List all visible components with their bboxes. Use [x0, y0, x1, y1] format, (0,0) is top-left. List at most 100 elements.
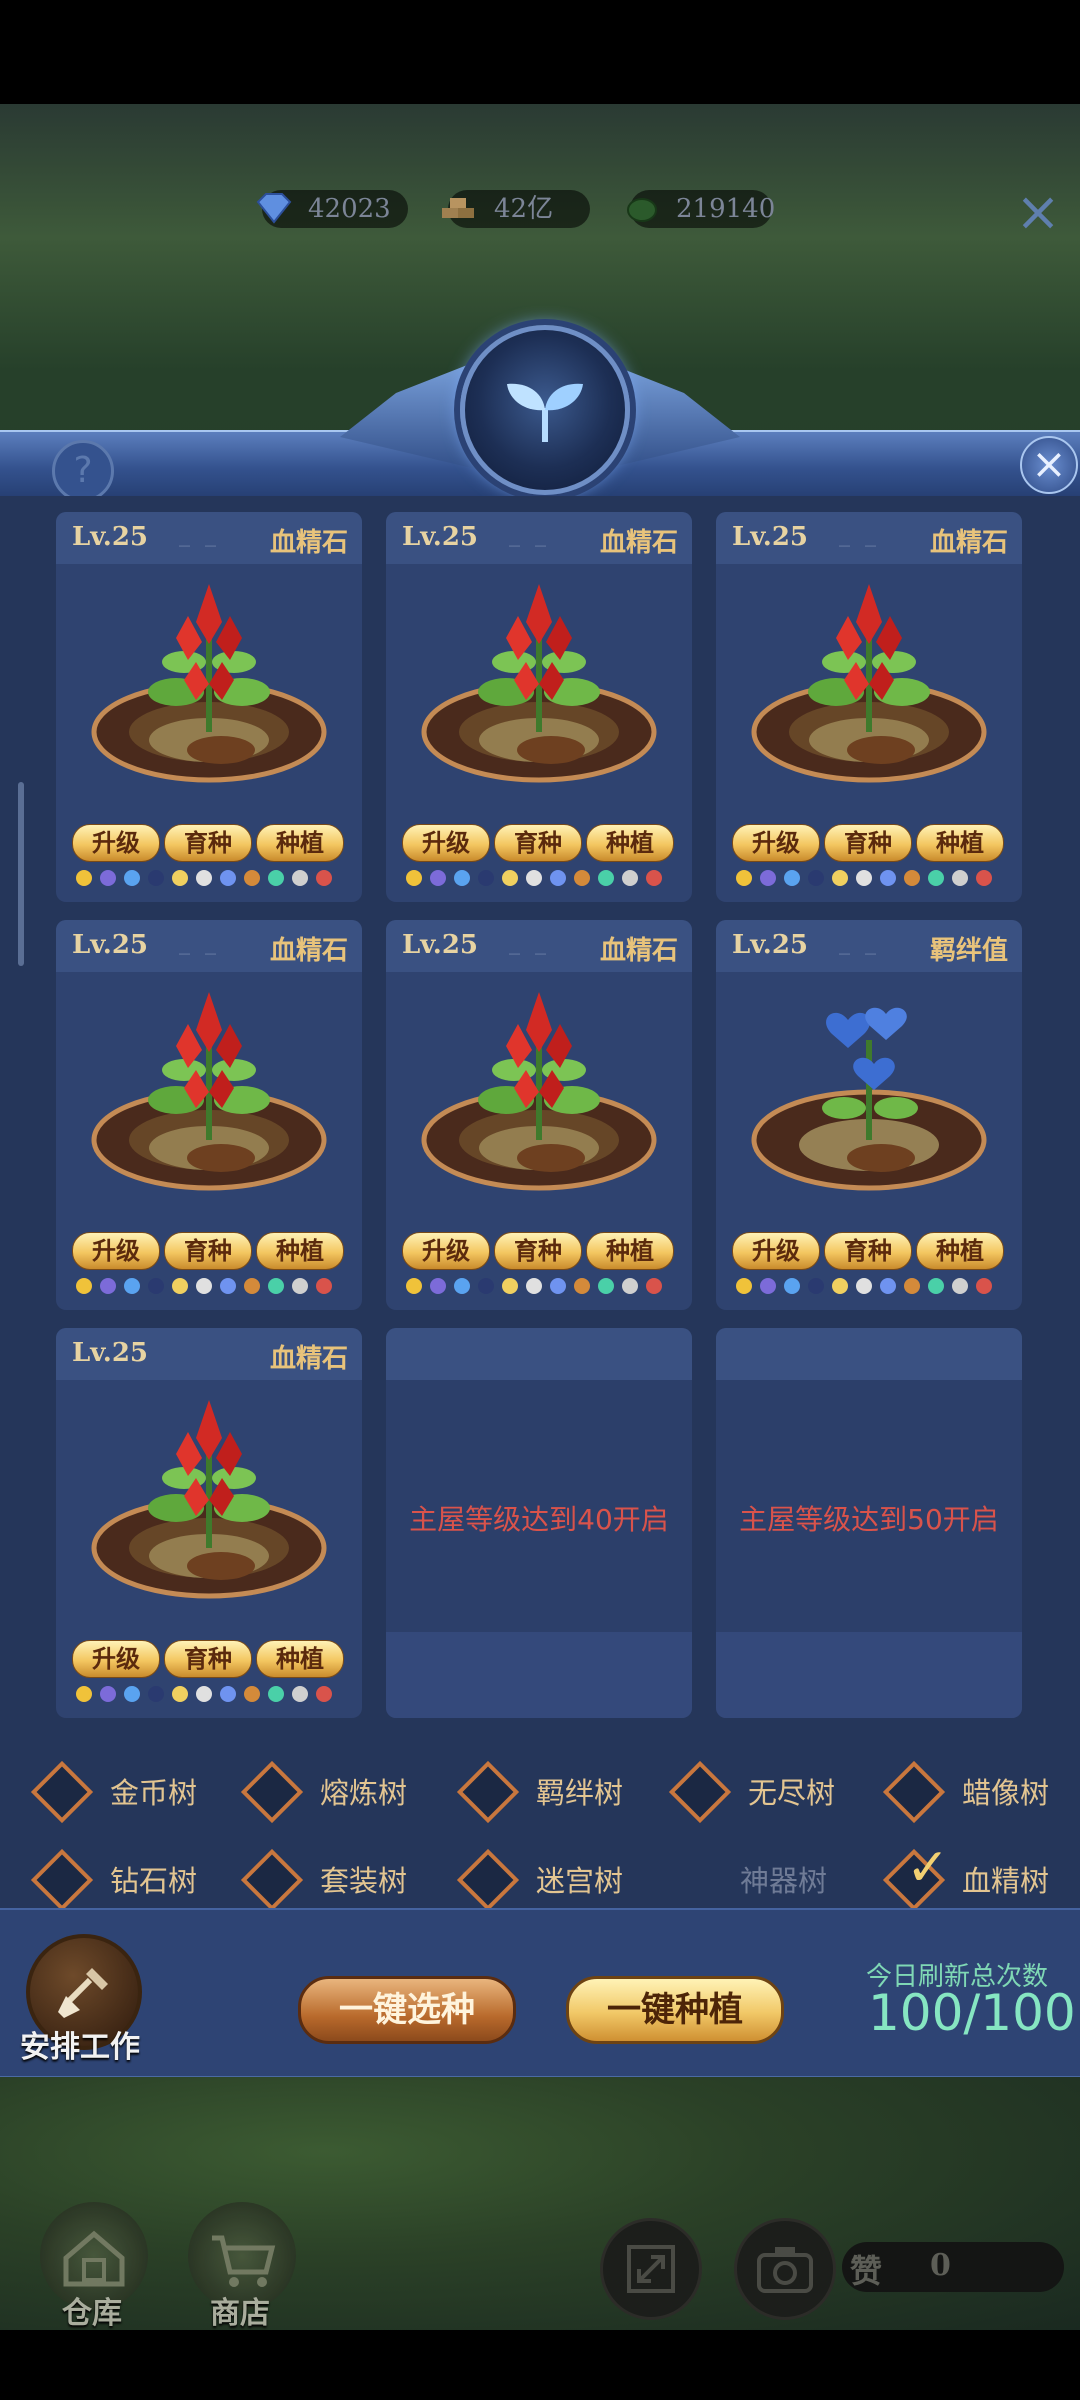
upgrade-button[interactable]: 升级: [72, 1640, 160, 1678]
close-top-icon[interactable]: ×: [1013, 185, 1063, 239]
seed-trait-icon: [268, 1278, 284, 1294]
upgrade-button[interactable]: 升级: [732, 824, 820, 862]
breed-button[interactable]: 育种: [164, 824, 252, 862]
plot-level: Lv.25: [72, 522, 149, 552]
upgrade-button[interactable]: 升级: [72, 1232, 160, 1270]
essence-icon: [620, 186, 664, 230]
tree-filter-option[interactable]: 迷宫树: [456, 1848, 656, 1912]
plot-card[interactable]: Lv.25 _ _ 血精石 升级 育种 种植: [386, 512, 692, 902]
plant-button[interactable]: 种植: [256, 1640, 344, 1678]
plant-image: [736, 980, 1002, 1200]
essence-value: 219140: [676, 194, 776, 224]
locked-plot: 主屋等级达到50开启: [716, 1328, 1022, 1718]
gold-value: 42亿: [494, 194, 554, 224]
tree-filter-label: 无尽树: [748, 1776, 836, 1810]
camera-button[interactable]: [734, 2218, 836, 2320]
seed-trait-icon: [976, 870, 992, 886]
close-icon: ×: [1031, 439, 1067, 488]
one-click-plant-button[interactable]: 一键种植: [566, 1976, 784, 2044]
plot-card[interactable]: Lv.25 _ _ 血精石 升级 育种 种植: [56, 512, 362, 902]
tree-filter-option[interactable]: 无尽树: [668, 1760, 868, 1824]
upgrade-button[interactable]: 升级: [732, 1232, 820, 1270]
seed-trait-icon: [880, 1278, 896, 1294]
seed-trait-icon: [244, 870, 260, 886]
tree-filter-option[interactable]: ✓ 血精树: [882, 1838, 1080, 1912]
warehouse-label: 仓库: [62, 2296, 122, 2331]
seed-trait-icon: [880, 870, 896, 886]
tree-filter-option[interactable]: 钻石树: [30, 1848, 230, 1912]
seed-trait-icon: [148, 1686, 164, 1702]
seed-trait-icon: [526, 1278, 542, 1294]
upgrade-button[interactable]: 升级: [402, 824, 490, 862]
close-panel-button[interactable]: ×: [1020, 436, 1078, 494]
camera-icon: [757, 2247, 813, 2293]
seed-trait-icon: [832, 870, 848, 886]
seed-trait-icon: [220, 1686, 236, 1702]
plant-button[interactable]: 种植: [256, 1232, 344, 1270]
help-button[interactable]: ?: [52, 440, 114, 502]
like-counter[interactable]: 赞 0: [842, 2242, 1064, 2292]
tree-filter-option[interactable]: 套装树: [240, 1848, 440, 1912]
tree-filter-option[interactable]: 蜡像树: [882, 1760, 1080, 1824]
seed-trait-row: [76, 868, 346, 892]
sprout-emblem: [460, 325, 630, 495]
seed-trait-icon: [244, 1278, 260, 1294]
refresh-count-value: 100/100: [868, 1984, 1076, 2042]
plant-button[interactable]: 种植: [586, 824, 674, 862]
scroll-indicator[interactable]: [18, 782, 24, 966]
seed-trait-icon: [316, 870, 332, 886]
plant-button[interactable]: 种植: [256, 824, 344, 862]
seed-trait-icon: [124, 1686, 140, 1702]
plant-button[interactable]: 种植: [586, 1232, 674, 1270]
seed-trait-icon: [784, 1278, 800, 1294]
breed-button[interactable]: 育种: [494, 1232, 582, 1270]
plot-card[interactable]: Lv.25 _ _ 羁绊值 升级 育种 种植: [716, 920, 1022, 1310]
seed-trait-icon: [76, 1686, 92, 1702]
seed-trait-icon: [502, 870, 518, 886]
tree-filter-option[interactable]: 羁绊树: [456, 1760, 656, 1824]
red-crystal-plant-icon: [421, 992, 657, 1191]
like-count: 0: [930, 2248, 951, 2283]
question-icon: ?: [73, 450, 93, 491]
expand-icon: [627, 2245, 675, 2293]
seed-trait-icon: [316, 1686, 332, 1702]
red-crystal-plant-icon: [421, 584, 657, 783]
expand-button[interactable]: [600, 2218, 702, 2320]
one-click-select-button[interactable]: 一键选种: [298, 1976, 516, 2044]
shovel-icon: [58, 1968, 108, 2018]
tree-filter-option[interactable]: 熔炼树: [240, 1760, 440, 1824]
plot-card[interactable]: Lv.25 _ _ 血精石 升级 育种 种植: [716, 512, 1022, 902]
plot-card[interactable]: Lv.25 _ _ 血精石 升级 育种 种植: [386, 920, 692, 1310]
seed-trait-icon: [736, 1278, 752, 1294]
plant-button[interactable]: 种植: [916, 824, 1004, 862]
breed-button[interactable]: 育种: [164, 1640, 252, 1678]
plot-card[interactable]: Lv.25 _ _ 血精石 升级 育种 种植: [56, 920, 362, 1310]
seed-trait-icon: [292, 1686, 308, 1702]
gold-icon: [438, 186, 482, 230]
plot-slot-dash: _ _: [839, 930, 880, 955]
upgrade-button[interactable]: 升级: [402, 1232, 490, 1270]
breed-button[interactable]: 育种: [494, 824, 582, 862]
tree-filter-option[interactable]: 金币树: [30, 1760, 230, 1824]
seed-trait-icon: [196, 1278, 212, 1294]
plot-type: 血精石: [269, 528, 348, 558]
plant-image: [76, 1388, 342, 1608]
upgrade-button[interactable]: 升级: [72, 824, 160, 862]
seed-trait-icon: [124, 1278, 140, 1294]
seed-trait-icon: [904, 1278, 920, 1294]
seed-trait-icon: [316, 1278, 332, 1294]
tree-filter-label: 钻石树: [110, 1864, 198, 1898]
plant-button[interactable]: 种植: [916, 1232, 1004, 1270]
seed-trait-icon: [760, 870, 776, 886]
breed-button[interactable]: 育种: [824, 824, 912, 862]
plot-card[interactable]: Lv.25 血精石 升级 育种 种植: [56, 1328, 362, 1718]
breed-button[interactable]: 育种: [164, 1232, 252, 1270]
seed-trait-icon: [100, 870, 116, 886]
plot-level: Lv.25: [402, 930, 479, 960]
red-crystal-plant-icon: [91, 1400, 327, 1599]
plot-type: 血精石: [269, 936, 348, 966]
seed-trait-icon: [904, 870, 920, 886]
breed-button[interactable]: 育种: [824, 1232, 912, 1270]
blue-heart-plant-icon: [751, 1007, 987, 1191]
seed-trait-icon: [244, 1686, 260, 1702]
